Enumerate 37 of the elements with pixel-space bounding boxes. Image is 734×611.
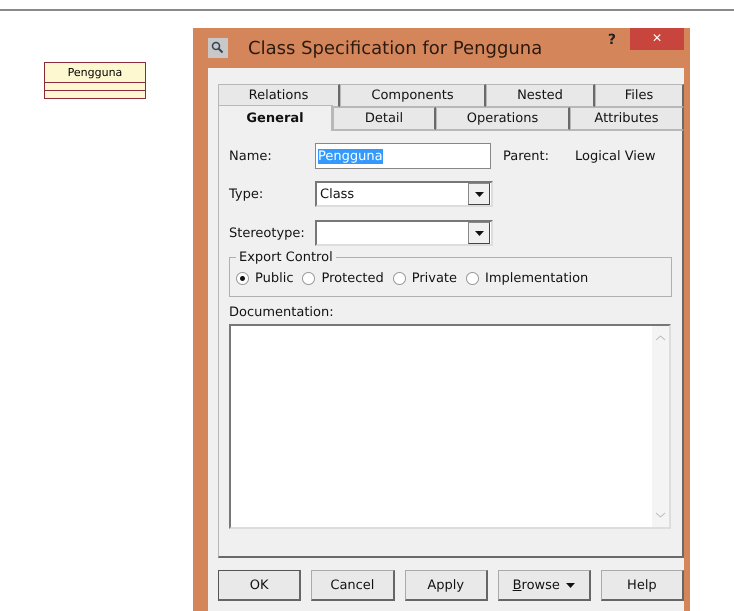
radio-option[interactable]: Implementation <box>466 271 588 286</box>
field-label: Parent: <box>503 148 550 164</box>
tab[interactable]: Files <box>595 84 684 107</box>
class-name: Pengguna <box>45 63 145 83</box>
tab[interactable]: Detail <box>333 107 436 130</box>
type-dropdown[interactable]: Class <box>315 181 493 207</box>
field-label: Documentation: <box>229 305 334 320</box>
tab[interactable]: Attributes <box>570 107 684 130</box>
class-box[interactable]: Pengguna <box>44 62 146 99</box>
caret-icon <box>474 192 484 196</box>
tab[interactable]: Relations <box>218 84 340 107</box>
window-title: Class Specification for Pengguna <box>248 38 544 58</box>
field-label: Name: <box>229 148 273 164</box>
dialog-button[interactable]: Help <box>600 570 684 601</box>
radio-option[interactable]: Protected <box>302 271 384 286</box>
scrollbar[interactable] <box>652 326 669 527</box>
help-button[interactable]: ? <box>608 32 616 48</box>
tab[interactable]: General <box>218 105 333 131</box>
tab[interactable]: Components <box>340 84 486 107</box>
documentation-field[interactable] <box>229 324 671 529</box>
stereotype-dropdown[interactable] <box>315 220 493 246</box>
tab[interactable]: Operations <box>436 107 570 130</box>
caret-icon <box>566 582 575 588</box>
dialog-button[interactable]: OK <box>218 570 302 601</box>
dialog-button[interactable]: Browse <box>498 570 591 601</box>
field-label: Stereotype: <box>229 226 306 240</box>
radio-option[interactable]: Private <box>392 271 458 286</box>
close-button[interactable]: × <box>630 28 684 50</box>
group-title: Export Control <box>238 250 334 265</box>
dialog-button[interactable]: Cancel <box>311 570 395 601</box>
caret-icon <box>474 230 484 236</box>
tab[interactable]: Nested <box>486 84 595 107</box>
parent-value: Logical View <box>575 148 656 164</box>
magnifier-icon <box>208 38 228 58</box>
radio-option[interactable]: Public <box>236 271 294 286</box>
field-label: Type: <box>229 186 264 202</box>
dialog-button[interactable]: Apply <box>404 570 488 601</box>
